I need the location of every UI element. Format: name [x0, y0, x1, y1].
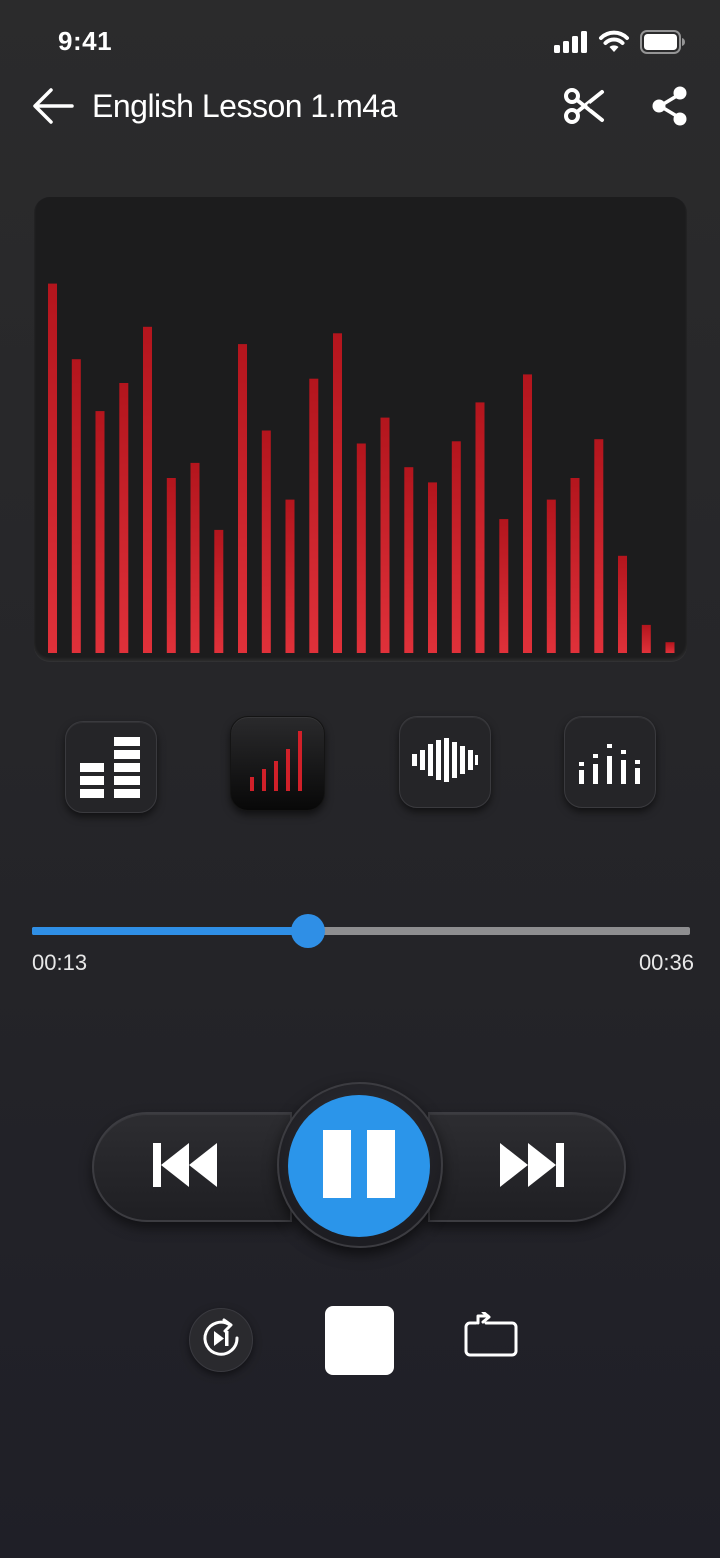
visualizer-bar: [166, 478, 176, 653]
elapsed-time: 00:13: [32, 950, 88, 975]
progress-fill: [32, 927, 309, 935]
stop-button[interactable]: [325, 1306, 394, 1375]
share-button[interactable]: [648, 84, 692, 132]
visualizer-bar: [356, 443, 366, 653]
visualizer-bar: [641, 624, 651, 653]
progress-track[interactable]: [32, 927, 690, 935]
visualizer-bar: [546, 499, 556, 653]
wifi-icon: [598, 30, 630, 59]
audio-visualizer: [34, 197, 687, 661]
visualizer-bar: [570, 478, 580, 653]
previous-button[interactable]: [126, 1112, 246, 1222]
style-rising-bars-button[interactable]: [230, 716, 325, 811]
header: English Lesson 1.m4a: [0, 84, 720, 132]
visualizer-bar: [309, 378, 319, 653]
pause-button[interactable]: [288, 1095, 430, 1237]
status-time: 9:41: [58, 26, 113, 56]
scissors-icon: [562, 86, 606, 131]
visualizer-bar: [428, 482, 437, 653]
visualizer-bar: [48, 283, 57, 653]
waveform-icon: [412, 737, 478, 787]
visualizer-bars: [48, 283, 675, 653]
repeat-icon: [464, 1310, 518, 1363]
back-button[interactable]: [30, 86, 76, 130]
visualizer-style-selector: [0, 714, 720, 814]
next-button[interactable]: [471, 1112, 591, 1222]
transport-controls: [0, 1080, 720, 1260]
visualizer-bar: [475, 402, 485, 653]
visualizer-bar: [119, 383, 129, 653]
cellular-signal-icon: [554, 31, 588, 58]
visualizer-bar: [451, 441, 461, 653]
status-bar: 9:41: [0, 0, 720, 84]
playback-progress: 00:13 00:36: [32, 908, 694, 988]
visualizer-bar: [618, 555, 627, 653]
repeat-button[interactable]: [462, 1310, 520, 1363]
share-icon: [651, 85, 689, 132]
playback-speed-button[interactable]: [189, 1308, 253, 1372]
visualizer-bar: [214, 529, 224, 653]
style-dotted-bars-button[interactable]: [564, 716, 656, 808]
visualizer-bar: [523, 374, 532, 653]
visualizer-bar: [143, 326, 152, 653]
visualizer-bar: [499, 519, 509, 653]
style-waveform-button[interactable]: [399, 716, 491, 808]
rising-bars-icon: [248, 729, 308, 798]
visualizer-bar: [261, 430, 271, 653]
total-time: 00:36: [638, 950, 694, 975]
pause-icon: [323, 1129, 395, 1203]
visualizer-bar: [594, 439, 604, 653]
arrow-left-icon: [32, 87, 74, 130]
skip-previous-icon: [153, 1142, 219, 1192]
visualizer-bar: [71, 359, 81, 653]
playback-speed-icon: [200, 1317, 242, 1364]
visualizer-bar: [665, 642, 675, 653]
visualizer-bar: [380, 417, 390, 653]
visualizer-bar: [190, 462, 200, 653]
visualizer-bar: [285, 499, 295, 653]
visualizer-bar: [238, 344, 247, 653]
visualizer-bar: [333, 333, 342, 653]
skip-next-icon: [498, 1142, 564, 1192]
battery-icon: [640, 30, 686, 59]
visualizer-bar: [404, 467, 414, 653]
status-icons: [554, 30, 686, 59]
style-stacked-blocks-button[interactable]: [65, 721, 157, 813]
secondary-controls: [0, 1300, 720, 1390]
visualizer-bar: [95, 411, 105, 653]
stacked-bars-icon: [80, 731, 142, 804]
page-title: English Lesson 1.m4a: [92, 88, 397, 124]
progress-thumb[interactable]: [291, 914, 326, 948]
dotted-bars-icon: [577, 736, 643, 789]
trim-button[interactable]: [560, 84, 608, 132]
